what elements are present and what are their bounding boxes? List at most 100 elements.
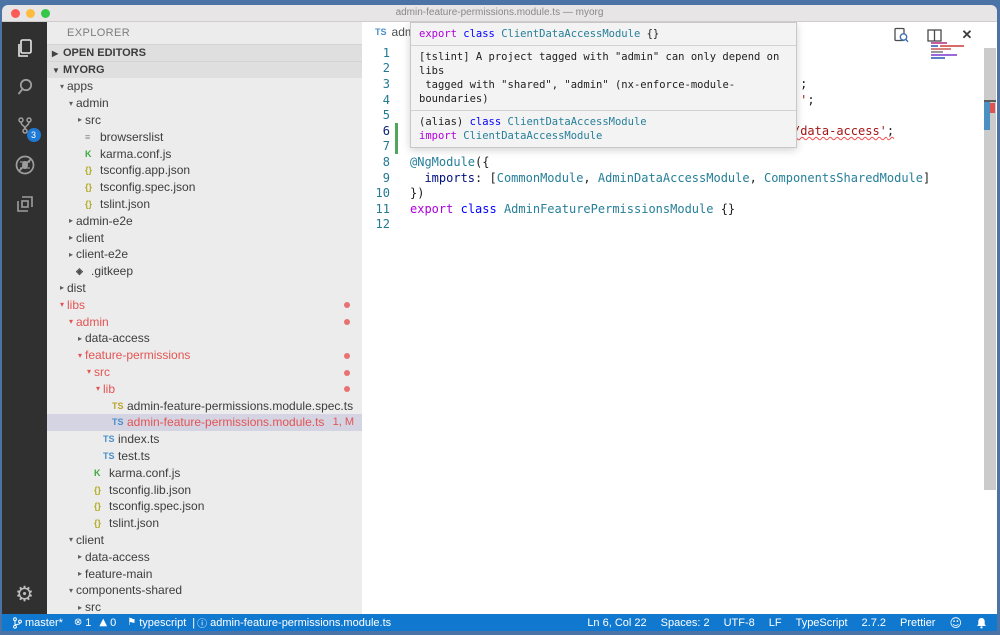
chevron-right-icon: ▸ [75, 115, 85, 124]
typescript-file-icon: TS [112, 417, 127, 427]
debug-icon[interactable] [11, 151, 39, 179]
explorer-icon[interactable] [11, 34, 39, 62]
split-editor-icon[interactable] [926, 27, 942, 43]
tree-item-test.ts[interactable]: TStest.ts [47, 448, 362, 465]
tree-item-src[interactable]: ▸src [47, 112, 362, 129]
traffic-lights [11, 9, 50, 18]
tree-item-label: tslint.json [100, 197, 150, 211]
source-control-icon[interactable]: 3 [11, 112, 39, 140]
problems-item[interactable]: ⊗ 1 ▲ 0 [74, 617, 116, 629]
gutter [390, 201, 410, 217]
search-icon[interactable] [11, 73, 39, 101]
tree-item-tsconfig.app.json[interactable]: {}tsconfig.app.json [47, 162, 362, 179]
close-window-button[interactable] [11, 9, 20, 18]
code-text: @NgModule({ [410, 155, 489, 169]
json-file-icon: {} [85, 165, 100, 175]
tree-item-data-access[interactable]: ▸data-access [47, 330, 362, 347]
tree-item-feature-main[interactable]: ▸feature-main [47, 565, 362, 582]
code-line-10[interactable]: 10}) [362, 185, 997, 201]
tree-item-src[interactable]: ▸src [47, 599, 362, 614]
json-file-icon: {} [94, 518, 109, 528]
gear-icon[interactable]: ⚙ [2, 582, 47, 606]
close-icon[interactable]: ✕ [959, 27, 975, 43]
workspace-header[interactable]: ▼MYORG [47, 61, 362, 78]
tree-item-label: dist [67, 281, 86, 295]
indentation-item[interactable]: Spaces: 2 [661, 617, 710, 629]
formatter-item[interactable]: Prettier [900, 617, 935, 629]
tree-item-data-access[interactable]: ▸data-access [47, 548, 362, 565]
extensions-icon[interactable] [11, 190, 39, 218]
tree-item-admin-e2e[interactable]: ▸admin-e2e [47, 212, 362, 229]
line-number: 9 [362, 171, 390, 185]
tree-item-lib[interactable]: ▾lib [47, 380, 362, 397]
code-line-11[interactable]: 11export class AdminFeaturePermissionsMo… [362, 201, 997, 217]
tree-item-tslint.json[interactable]: {}tslint.json [47, 196, 362, 213]
tree-item-src[interactable]: ▾src [47, 364, 362, 381]
tree-item-tslint.json[interactable]: {}tslint.json [47, 515, 362, 532]
tooltip-lint-message: [tslint] A project tagged with "admin" c… [411, 45, 796, 110]
tree-item-client[interactable]: ▾client [47, 532, 362, 549]
modified-dot-badge [344, 302, 350, 308]
cursor-position-item[interactable]: Ln 6, Col 22 [587, 617, 646, 629]
karma-file-icon: K [85, 149, 100, 159]
tree-item-components-shared[interactable]: ▾components-shared [47, 582, 362, 599]
line-number: 7 [362, 139, 390, 153]
tree-item-dist[interactable]: ▸dist [47, 280, 362, 297]
tree-item-tsconfig.spec.json[interactable]: {}tsconfig.spec.json [47, 498, 362, 515]
branch-icon [12, 617, 22, 629]
tree-item-tsconfig.spec.json[interactable]: {}tsconfig.spec.json [47, 179, 362, 196]
code-line-12[interactable]: 12 [362, 217, 997, 233]
file-status-item[interactable]: ⓘ admin-feature-permissions.module.ts [197, 615, 391, 630]
code-line-8[interactable]: 8@NgModule({ [362, 154, 997, 170]
chevron-right-icon: ▸ [66, 216, 76, 225]
open-editors-header[interactable]: ▶OPEN EDITORS [47, 44, 362, 61]
tree-item-admin-feature-permissions.module.ts[interactable]: TSadmin-feature-permissions.module.ts1, … [47, 414, 362, 431]
tree-item-apps[interactable]: ▾apps [47, 78, 362, 95]
linter-item[interactable]: ⚑ typescript [127, 617, 186, 629]
modified-dot-badge [344, 370, 350, 376]
tree-item-karma.conf.js[interactable]: Kkarma.conf.js [47, 464, 362, 481]
tree-item-label: karma.conf.js [100, 147, 171, 161]
status-separator: | [192, 617, 195, 629]
git-branch-item[interactable]: master* [12, 617, 63, 629]
notifications-bell-icon[interactable] [976, 617, 987, 629]
minimize-window-button[interactable] [26, 9, 35, 18]
editor-pane[interactable]: TS admin-feature-permissions.module.ts 1… [362, 22, 997, 614]
tree-item-admin[interactable]: ▾admin [47, 313, 362, 330]
eol-item[interactable]: LF [769, 617, 782, 629]
tree-item-client-e2e[interactable]: ▸client-e2e [47, 246, 362, 263]
ts-version-item[interactable]: 2.7.2 [862, 617, 886, 629]
code-text: export class AdminFeaturePermissionsModu… [410, 202, 735, 216]
chevron-down-icon: ▾ [75, 351, 85, 360]
tree-item-index.ts[interactable]: TSindex.ts [47, 431, 362, 448]
tree-item-tsconfig.lib.json[interactable]: {}tsconfig.lib.json [47, 481, 362, 498]
tree-item-admin[interactable]: ▾admin [47, 95, 362, 112]
source-control-badge: 3 [27, 128, 41, 142]
language-item[interactable]: TypeScript [796, 617, 848, 629]
ruler-error-marker [990, 103, 995, 113]
tree-item-feature-permissions[interactable]: ▾feature-permissions [47, 347, 362, 364]
tree-item-libs[interactable]: ▾libs [47, 296, 362, 313]
tree-item-admin-feature-permissions.module.spec.ts[interactable]: TSadmin-feature-permissions.module.spec.… [47, 397, 362, 414]
encoding-item[interactable]: UTF-8 [724, 617, 755, 629]
minimap[interactable] [931, 42, 973, 60]
json-file-icon: {} [85, 199, 100, 209]
gutter [390, 107, 410, 123]
feedback-smiley-icon[interactable]: ☺ [949, 616, 962, 630]
tree-item-karma.conf.js[interactable]: Kkarma.conf.js [47, 145, 362, 162]
zoom-window-button[interactable] [41, 9, 50, 18]
tree-item-.gitkeep[interactable]: ◈.gitkeep [47, 263, 362, 280]
chevron-right-icon: ▶ [52, 45, 63, 62]
line-number: 6 [362, 124, 390, 138]
tree-item-label: src [85, 113, 101, 127]
chevron-right-icon: ▸ [75, 552, 85, 561]
scrollbar[interactable] [984, 48, 996, 490]
chevron-down-icon: ▾ [66, 586, 76, 595]
open-changes-icon[interactable] [893, 27, 909, 43]
title-bar[interactable]: admin-feature-permissions.module.ts — my… [2, 5, 997, 22]
tree-item-browserslist[interactable]: ≡browserslist [47, 128, 362, 145]
tree-item-label: index.ts [118, 432, 159, 446]
gutter-modified-indicator [390, 139, 410, 155]
tree-item-client[interactable]: ▸client [47, 229, 362, 246]
code-line-9[interactable]: 9 imports: [CommonModule, AdminDataAcces… [362, 170, 997, 186]
